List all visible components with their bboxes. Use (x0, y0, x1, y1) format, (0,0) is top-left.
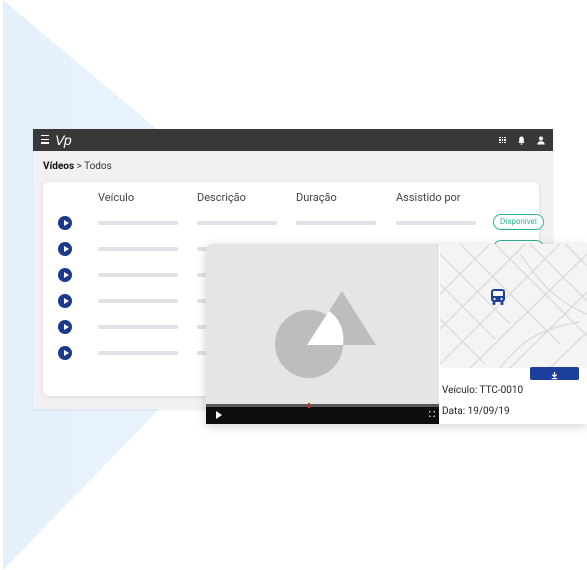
column-header-duration[interactable]: Duração (296, 191, 337, 204)
map-streets (440, 244, 587, 368)
breadcrumb-current: Todos (84, 161, 112, 172)
play-circle-icon[interactable] (58, 242, 72, 256)
download-button[interactable] (530, 367, 579, 380)
column-header-vehicle[interactable]: Veículo (98, 191, 134, 204)
illustration-stage: Vp Vídeos > Todos Veículo Descrição Dura… (0, 0, 587, 570)
hamburger-menu-icon[interactable] (41, 135, 49, 144)
placeholder-bar (197, 221, 277, 225)
progress-bar[interactable] (206, 403, 439, 408)
video-popup: Veículo: TTC-0010 Data: 19/09/19 (206, 244, 587, 424)
fullscreen-icon[interactable] (429, 411, 435, 417)
breadcrumb-separator: > (76, 161, 82, 172)
brand-logo: Vp (55, 132, 72, 148)
video-placeholder-icon (275, 291, 376, 378)
placeholder-bar (98, 351, 178, 355)
bus-icon[interactable] (490, 288, 506, 310)
placeholder-bar (396, 221, 476, 225)
vehicle-label: Veículo: TTC-0010 (442, 385, 524, 396)
play-circle-icon[interactable] (58, 268, 72, 282)
progress-marker[interactable] (308, 403, 310, 408)
column-header-description[interactable]: Descrição (197, 191, 246, 204)
placeholder-bar (98, 247, 178, 251)
topbar-actions (499, 134, 545, 146)
user-icon[interactable] (537, 136, 545, 145)
bell-icon[interactable] (518, 136, 525, 145)
top-navigation-bar: Vp (33, 129, 553, 151)
play-circle-icon[interactable] (58, 320, 72, 334)
download-icon (551, 372, 558, 380)
placeholder-bar (98, 299, 178, 303)
play-circle-icon[interactable] (58, 346, 72, 360)
status-badge[interactable]: Disponível (493, 214, 544, 230)
play-circle-icon[interactable] (58, 294, 72, 308)
video-controls (206, 403, 439, 424)
breadcrumb: Vídeos > Todos (43, 161, 112, 172)
video-player[interactable] (206, 244, 439, 404)
apps-grid-icon[interactable] (499, 136, 506, 144)
column-header-watched-by[interactable]: Assistido por (396, 191, 461, 204)
placeholder-bar (98, 221, 178, 225)
map-view[interactable] (440, 244, 587, 368)
table-row[interactable]: Disponível (43, 210, 544, 236)
date-label: Data: 19/09/19 (442, 406, 510, 417)
placeholder-bar (296, 221, 376, 225)
play-icon[interactable] (216, 411, 222, 419)
placeholder-bar (98, 325, 178, 329)
breadcrumb-section[interactable]: Vídeos (43, 161, 74, 172)
play-circle-icon[interactable] (58, 216, 72, 230)
placeholder-bar (98, 273, 178, 277)
